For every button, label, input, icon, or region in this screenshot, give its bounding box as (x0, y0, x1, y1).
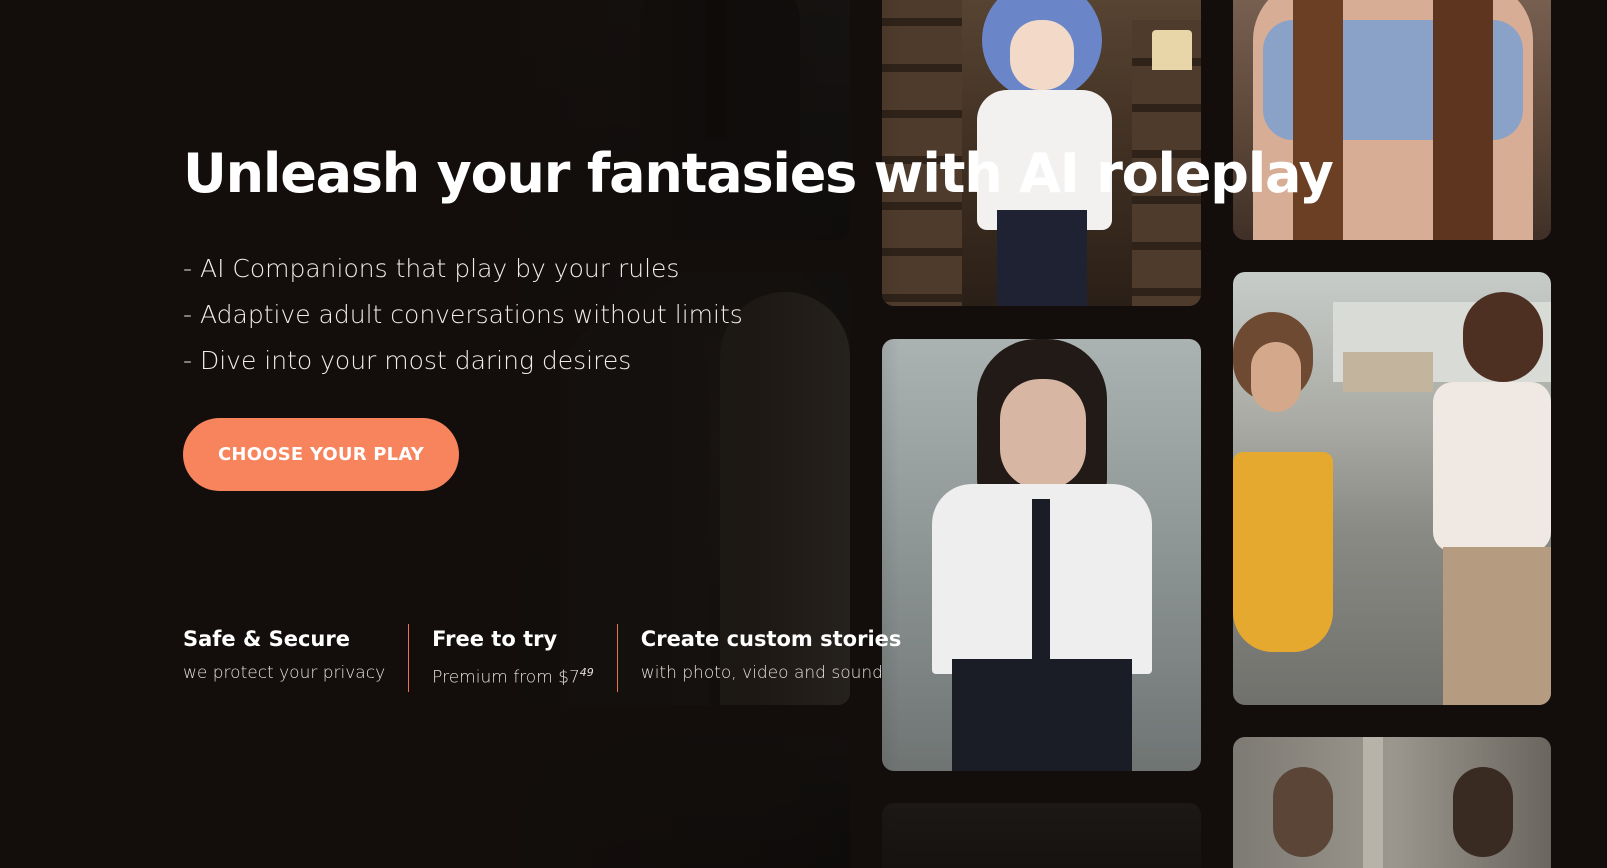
choose-your-play-label: CHOOSE YOUR PLAY (218, 444, 424, 465)
feature-title: Create custom stories (640, 627, 902, 651)
price-cents: 49 (579, 666, 594, 679)
hero-section: Unleash your fantasies with AI roleplay … (183, 138, 1334, 491)
feature-title: Safe & Secure (183, 627, 350, 651)
feature-subtitle: we protect your privacy (183, 663, 386, 683)
feature-free-to-try: Free to try Premium from $749 (408, 624, 617, 692)
price-text: Premium from $7 (432, 667, 580, 688)
gallery-tile-room-couple (1233, 737, 1551, 868)
feature-custom-stories: Create custom stories with photo, video … (616, 624, 925, 692)
hero-bullet-conversations: - Adaptive adult conversations without l… (183, 300, 743, 329)
feature-subtitle: Premium from $749 (432, 659, 594, 692)
feature-title: Free to try (432, 627, 558, 651)
hero-bullet-desires: - Dive into your most daring desires (183, 346, 632, 375)
feature-list: Safe & Secure we protect your privacy Fr… (183, 624, 924, 692)
feature-subtitle: with photo, video and sound (640, 663, 883, 683)
feature-safe-secure: Safe & Secure we protect your privacy (183, 624, 408, 692)
gallery-tile-bottom (882, 803, 1201, 868)
choose-your-play-button[interactable]: CHOOSE YOUR PLAY (183, 418, 459, 491)
hero-bullet-list: - AI Companions that play by your rules … (183, 246, 1283, 384)
hero-title: Unleash your fantasies with AI roleplay (183, 142, 1334, 205)
hero-bullet-companions: - AI Companions that play by your rules (183, 254, 680, 283)
